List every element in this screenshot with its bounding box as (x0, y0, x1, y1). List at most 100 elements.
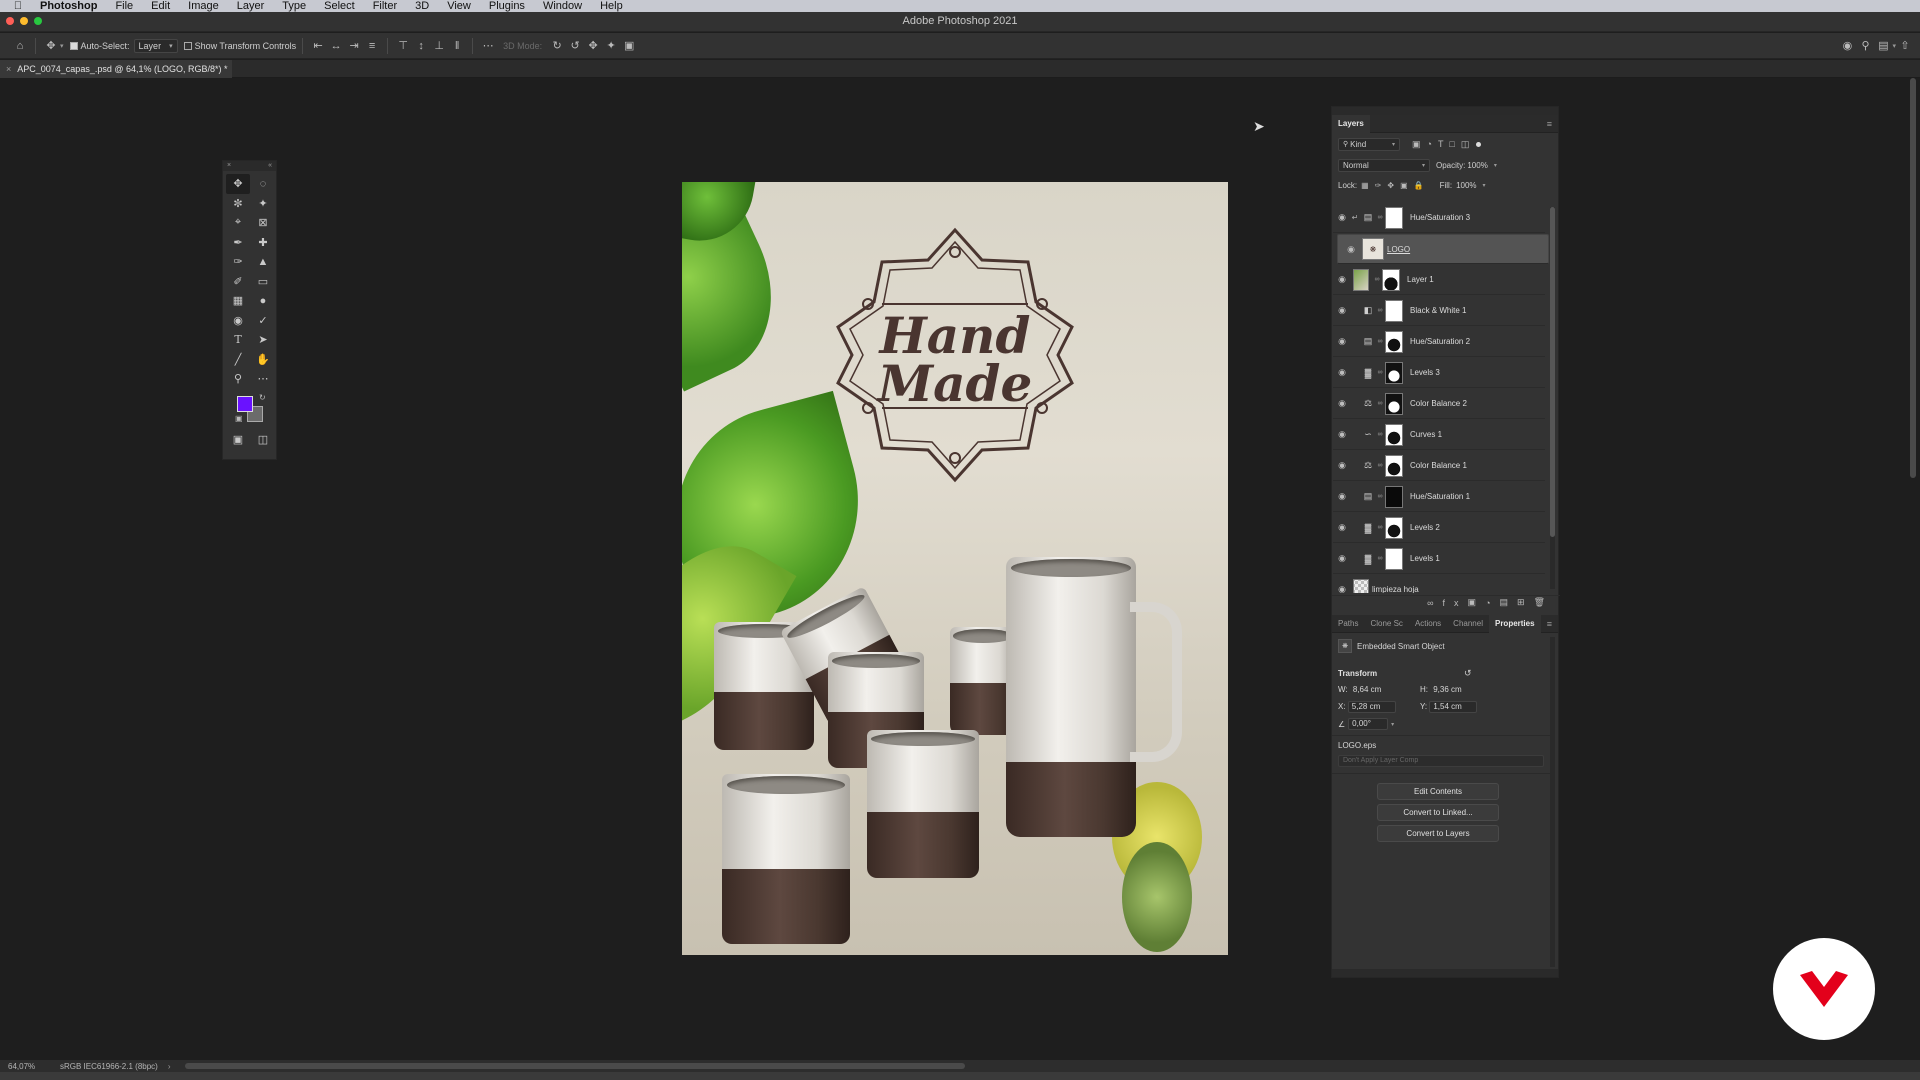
lasso-tool-icon[interactable]: ✼ (226, 194, 250, 214)
move-tool-icon[interactable]: ✥ (226, 174, 250, 194)
brush-tool-icon[interactable]: ✑ (226, 252, 250, 272)
document-canvas[interactable]: Hand Made (682, 182, 1228, 955)
edit-toolbar-icon[interactable]: ⋯ (251, 369, 275, 389)
chevron-right-icon[interactable]: › (168, 1062, 171, 1071)
3d-pan-icon[interactable]: ✥ (584, 37, 602, 55)
clone-stamp-tool-icon[interactable]: ▲ (251, 252, 275, 272)
canvas-vertical-scrollbar[interactable] (1910, 78, 1916, 478)
close-icon[interactable]: × (227, 161, 231, 171)
menu-filter[interactable]: Filter (364, 0, 406, 12)
tab-properties[interactable]: Properties (1488, 614, 1541, 633)
layer-mask-thumbnail[interactable] (1385, 330, 1403, 353)
tab-layers[interactable]: Layers (1332, 114, 1370, 133)
layer-mask-thumbnail[interactable] (1385, 423, 1403, 446)
align-bottom-icon[interactable]: ⊥ (430, 37, 448, 55)
layer-row-layer-1[interactable]: ◉ ∞ Layer 1 (1333, 265, 1545, 295)
align-top-icon[interactable]: ⊤ (394, 37, 412, 55)
3d-slide-icon[interactable]: ✦ (602, 37, 620, 55)
search-icon[interactable]: ⚲ (1856, 37, 1874, 55)
eye-icon[interactable]: ◉ (1333, 367, 1351, 378)
layer-thumbnail[interactable] (1353, 268, 1369, 291)
filter-toggle-icon[interactable] (1476, 141, 1482, 147)
link-icon[interactable]: ∞ (1376, 400, 1384, 407)
edit-contents-button[interactable]: Edit Contents (1377, 783, 1499, 800)
eyedropper-tool-icon[interactable]: ✒ (226, 233, 250, 253)
layer-row-black-white-1[interactable]: ◉ ◧ ∞ Black & White 1 (1333, 296, 1545, 326)
menu-view[interactable]: View (438, 0, 480, 12)
document-tab[interactable]: × APC_0074_capas_.psd @ 64,1% (LOGO, RGB… (0, 60, 232, 78)
close-tab-icon[interactable]: × (6, 64, 11, 74)
layer-row-curves-1[interactable]: ◉ ∽ ∞ Curves 1 (1333, 420, 1545, 450)
chevron-down-icon[interactable]: ▾ (1494, 162, 1497, 169)
pen-tool-icon[interactable]: ✓ (251, 311, 275, 331)
y-input[interactable]: 1,54 cm (1429, 701, 1478, 713)
dodge-tool-icon[interactable]: ◉ (226, 311, 250, 331)
menu-edit[interactable]: Edit (142, 0, 179, 12)
blur-tool-icon[interactable]: ● (251, 291, 275, 311)
history-brush-tool-icon[interactable]: ✐ (226, 272, 250, 292)
eye-icon[interactable]: ◉ (1333, 274, 1351, 285)
menu-image[interactable]: Image (179, 0, 228, 12)
lock-options-icons[interactable]: ▦✑✥▣🔒 (1361, 181, 1429, 190)
link-icon[interactable]: ∞ (1376, 369, 1384, 376)
zoom-tool-icon[interactable]: ⚲ (226, 369, 250, 389)
default-colors-icon[interactable]: ▣ (235, 414, 243, 423)
link-icon[interactable]: ∞ (1376, 431, 1384, 438)
chevron-down-icon[interactable]: ▾ (60, 42, 64, 50)
quick-mask-icon[interactable]: ▣ (226, 430, 250, 450)
link-icon[interactable]: ∞ (1373, 276, 1381, 283)
handmade-logo[interactable]: Hand Made (832, 222, 1078, 488)
panel-menu-icon[interactable]: ≡ (1547, 119, 1558, 129)
menu-help[interactable]: Help (591, 0, 632, 12)
eye-icon[interactable]: ◉ (1333, 429, 1351, 440)
layer-mask-thumbnail[interactable] (1385, 206, 1403, 229)
align-left-icon[interactable]: ⇤ (309, 37, 327, 55)
link-icon[interactable]: ∞ (1376, 338, 1384, 345)
collapse-icon[interactable]: « (268, 161, 272, 171)
menu-select[interactable]: Select (315, 0, 364, 12)
apple-logo-icon[interactable]:  (0, 0, 36, 12)
home-icon[interactable]: ⌂ (11, 37, 29, 55)
3d-roll-icon[interactable]: ↺ (566, 37, 584, 55)
layer-thumbnail[interactable] (1353, 578, 1369, 593)
crop-tool-icon[interactable]: ⌖ (226, 213, 250, 233)
layer-row-levels-2[interactable]: ◉ ▓ ∞ Levels 2 (1333, 513, 1545, 543)
panel-menu-icon[interactable]: ≡ (1547, 619, 1558, 629)
3d-orbit-icon[interactable]: ↻ (548, 37, 566, 55)
properties-scrollbar[interactable] (1550, 637, 1555, 967)
new-group-icon[interactable]: ▤ (1500, 597, 1518, 608)
menu-photoshop[interactable]: Photoshop (36, 0, 106, 12)
align-right-icon[interactable]: ⇥ (345, 37, 363, 55)
screen-mode-icon[interactable]: ◫ (251, 430, 275, 450)
magic-wand-tool-icon[interactable]: ✦ (251, 194, 275, 214)
eye-icon[interactable]: ◉ (1342, 244, 1360, 255)
layer-row-hue-saturation-3[interactable]: ◉ ↵ ▤ ∞ Hue/Saturation 3 (1333, 203, 1545, 233)
layer-mask-thumbnail[interactable] (1385, 485, 1403, 508)
elliptical-marquee-tool-icon[interactable]: ◌ (251, 174, 275, 194)
link-icon[interactable]: ∞ (1376, 462, 1384, 469)
auto-select-target-dropdown[interactable]: Layer ▾ (133, 38, 178, 53)
fx-icon[interactable]: fx (1443, 598, 1468, 608)
eye-icon[interactable]: ◉ (1333, 336, 1351, 347)
show-transform-checkbox[interactable] (183, 41, 192, 50)
x-input[interactable]: 5,28 cm (1347, 701, 1396, 713)
eye-icon[interactable]: ◉ (1333, 460, 1351, 471)
layer-row-color-balance-1[interactable]: ◉ ⚖ ∞ Color Balance 1 (1333, 451, 1545, 481)
eye-icon[interactable]: ◉ (1333, 305, 1351, 316)
scrollbar-thumb[interactable] (1550, 207, 1555, 537)
gradient-tool-icon[interactable]: ▦ (226, 291, 250, 311)
menu-plugins[interactable]: Plugins (480, 0, 534, 12)
eye-icon[interactable]: ◉ (1333, 584, 1351, 593)
link-icon[interactable]: ∞ (1376, 555, 1384, 562)
layer-row-limpieza-hoja[interactable]: ◉ limpieza hoja (1333, 575, 1545, 593)
link-layers-icon[interactable]: ∞ (1427, 598, 1442, 608)
canvas-horizontal-scrollbar[interactable] (185, 1063, 965, 1069)
filter-kind-dropdown[interactable]: ⚲ Kind ▾ (1338, 137, 1400, 151)
path-selection-tool-icon[interactable]: ➤ (251, 330, 275, 350)
hand-tool-icon[interactable]: ✋ (251, 350, 275, 370)
angle-input[interactable]: 0,00° (1348, 718, 1389, 730)
tab-actions[interactable]: Actions (1409, 615, 1447, 633)
menu-window[interactable]: Window (534, 0, 591, 12)
layer-row-hue-saturation-2[interactable]: ◉ ▤ ∞ Hue/Saturation 2 (1333, 327, 1545, 357)
foreground-color-swatch[interactable] (237, 395, 253, 412)
